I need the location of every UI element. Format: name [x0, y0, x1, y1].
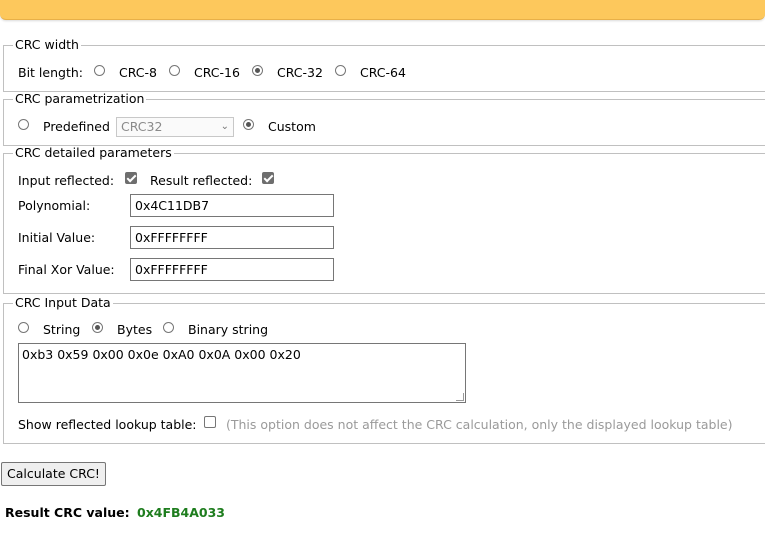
radio-crc64-label[interactable]: CRC-64 [360, 65, 406, 80]
top-banner [0, 0, 765, 20]
final-xor-label: Final Xor Value: [18, 262, 115, 277]
crc-width-legend: CRC width [15, 37, 79, 52]
radio-crc64[interactable] [335, 65, 346, 76]
calculate-crc-button[interactable]: Calculate CRC! [1, 462, 106, 486]
predefined-select[interactable]: CRC32 ⌄ [116, 117, 234, 137]
radio-crc8-label[interactable]: CRC-8 [119, 65, 157, 80]
radio-crc16[interactable] [169, 65, 180, 76]
radio-string[interactable] [18, 322, 29, 333]
initial-value-input[interactable]: 0xFFFFFFFF [130, 226, 334, 249]
polynomial-input[interactable]: 0x4C11DB7 [130, 194, 334, 217]
predefined-select-value: CRC32 [121, 119, 163, 134]
chevron-down-icon: ⌄ [220, 121, 229, 132]
lookup-table-label: Show reflected lookup table: [18, 417, 197, 432]
radio-crc32[interactable] [252, 65, 263, 76]
input-data-textarea[interactable]: 0xb3 0x59 0x00 0x0e 0xA0 0x0A 0x00 0x20 [18, 343, 466, 403]
initial-value-label: Initial Value: [18, 230, 96, 245]
input-reflected-label: Input reflected: [18, 173, 115, 188]
lookup-table-checkbox[interactable] [204, 416, 216, 428]
result-label: Result CRC value: [5, 505, 130, 520]
radio-bytes-label[interactable]: Bytes [117, 322, 152, 337]
radio-custom[interactable] [243, 119, 254, 130]
radio-crc16-label[interactable]: CRC-16 [194, 65, 240, 80]
radio-binary-string[interactable] [163, 322, 174, 333]
result-reflected-checkbox[interactable] [262, 172, 274, 184]
radio-predefined-label[interactable]: Predefined [43, 119, 110, 134]
crc-input-legend: CRC Input Data [15, 295, 111, 310]
resize-grip-icon[interactable] [456, 393, 464, 401]
final-xor-input[interactable]: 0xFFFFFFFF [130, 258, 334, 281]
result-reflected-label: Result reflected: [150, 173, 253, 188]
crc-parametrization-legend: CRC parametrization [15, 91, 145, 106]
radio-predefined[interactable] [18, 119, 29, 130]
input-data-text: 0xb3 0x59 0x00 0x0e 0xA0 0x0A 0x00 0x20 [22, 347, 301, 362]
radio-custom-label[interactable]: Custom [268, 119, 316, 134]
radio-string-label[interactable]: String [43, 322, 80, 337]
radio-crc8[interactable] [94, 65, 105, 76]
result-value: 0x4FB4A033 [137, 505, 225, 520]
radio-bytes[interactable] [92, 322, 103, 333]
polynomial-label: Polynomial: [18, 198, 91, 213]
radio-crc32-label[interactable]: CRC-32 [277, 65, 323, 80]
radio-binary-string-label[interactable]: Binary string [188, 322, 268, 337]
lookup-table-note: (This option does not affect the CRC cal… [226, 417, 733, 432]
crc-detailed-legend: CRC detailed parameters [15, 145, 172, 160]
input-reflected-checkbox[interactable] [125, 172, 137, 184]
crc-detailed-section: CRC detailed parameters [3, 146, 765, 294]
bit-length-label: Bit length: [18, 65, 83, 80]
